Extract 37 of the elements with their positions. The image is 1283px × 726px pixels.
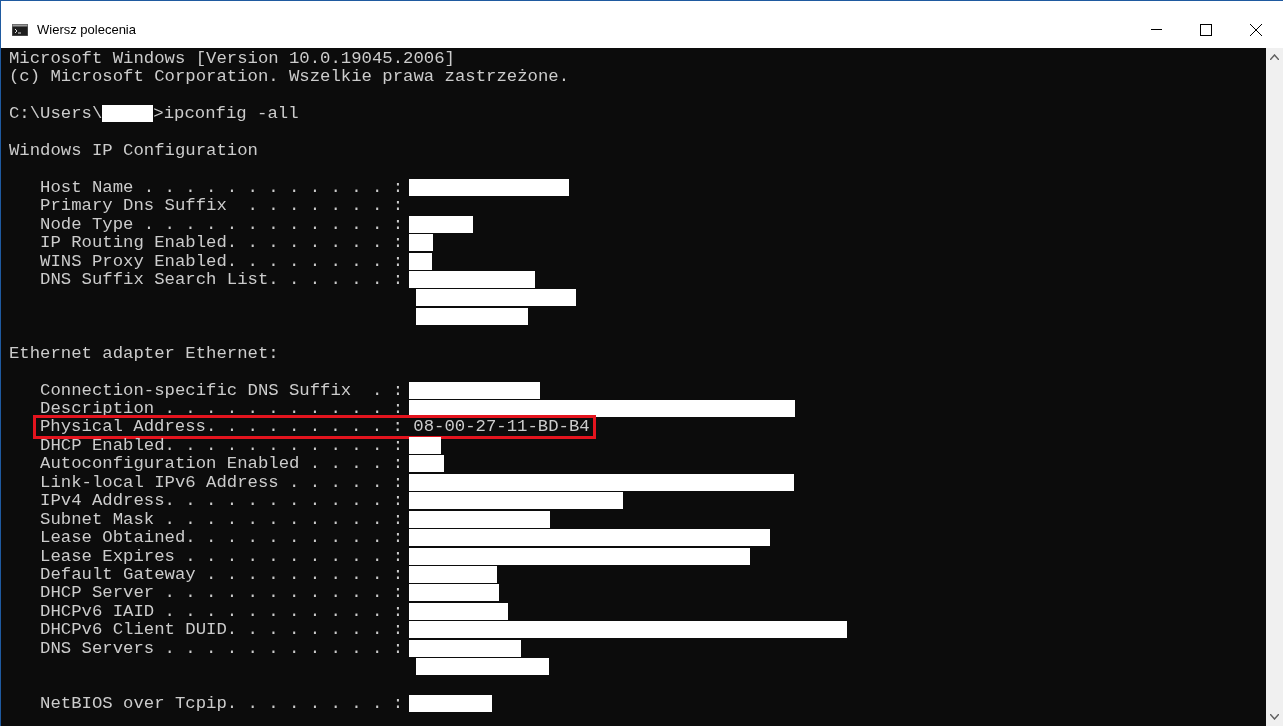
field-label: DNS Servers . . . . . . . . . . . : [40, 638, 404, 658]
field-label: DNS Suffix Search List. . . . . . : [40, 269, 404, 289]
field-label: WINS Proxy Enabled. . . . . . . . : [40, 251, 404, 271]
field-label: IPv4 Address. . . . . . . . . . . : [40, 491, 404, 511]
scroll-down-icon[interactable] [1270, 714, 1279, 720]
field-label: Link-local IPv6 Address . . . . . : [40, 472, 404, 492]
field-label: Lease Expires . . . . . . . . . . : [40, 546, 404, 566]
field-label: Subnet Mask . . . . . . . . . . . : [40, 509, 404, 529]
scrollbar[interactable] [1266, 48, 1283, 726]
console-command: >ipconfig -all [153, 104, 299, 124]
console-prompt: C:\Users\ [9, 104, 103, 124]
maximize-icon [1200, 23, 1212, 36]
field-label: DHCPv6 IAID . . . . . . . . . . . : [40, 601, 404, 621]
window-title: Wiersz polecenia [37, 22, 137, 37]
console-text: Windows IP Configuration [9, 140, 258, 160]
scroll-up-icon[interactable] [1270, 54, 1279, 60]
console-text: (c) Microsoft Corporation. Wszelkie prawa zastrzeżone. [9, 67, 569, 87]
field-label: Primary Dns Suffix . . . . . . . : [40, 196, 404, 216]
redaction-block [102, 105, 154, 123]
field-label: Connection-specific DNS Suffix . : [40, 380, 404, 400]
field-label: DHCP Server . . . . . . . . . . . : [40, 583, 404, 603]
field-label: Description . . . . . . . . . . . : [40, 399, 404, 419]
field-label: Autoconfiguration Enabled . . . . : [40, 454, 404, 474]
field-label: NetBIOS over Tcpip. . . . . . . . : [40, 694, 404, 714]
close-icon [1250, 23, 1262, 36]
field-label: Physical Address. . . . . . . . . : [40, 417, 403, 437]
field-label: IP Routing Enabled. . . . . . . . : [40, 233, 404, 253]
console-text: Ethernet adapter Ethernet: [9, 343, 279, 363]
field-value: 08-00-27-11-BD-B4 [413, 417, 590, 437]
field-label: Node Type . . . . . . . . . . . . : [40, 214, 404, 234]
terminal-icon [12, 23, 28, 36]
field-label: DHCPv6 Client DUID. . . . . . . . : [40, 620, 404, 640]
console-text: Microsoft Windows [Version 10.0.19045.2006] [9, 48, 455, 68]
field-label: Lease Obtained. . . . . . . . . . : [40, 528, 404, 548]
field-label: Default Gateway . . . . . . . . . : [40, 564, 404, 584]
field-label: DHCP Enabled. . . . . . . . . . . : [40, 435, 404, 455]
field-label: Host Name . . . . . . . . . . . . : [40, 177, 404, 197]
